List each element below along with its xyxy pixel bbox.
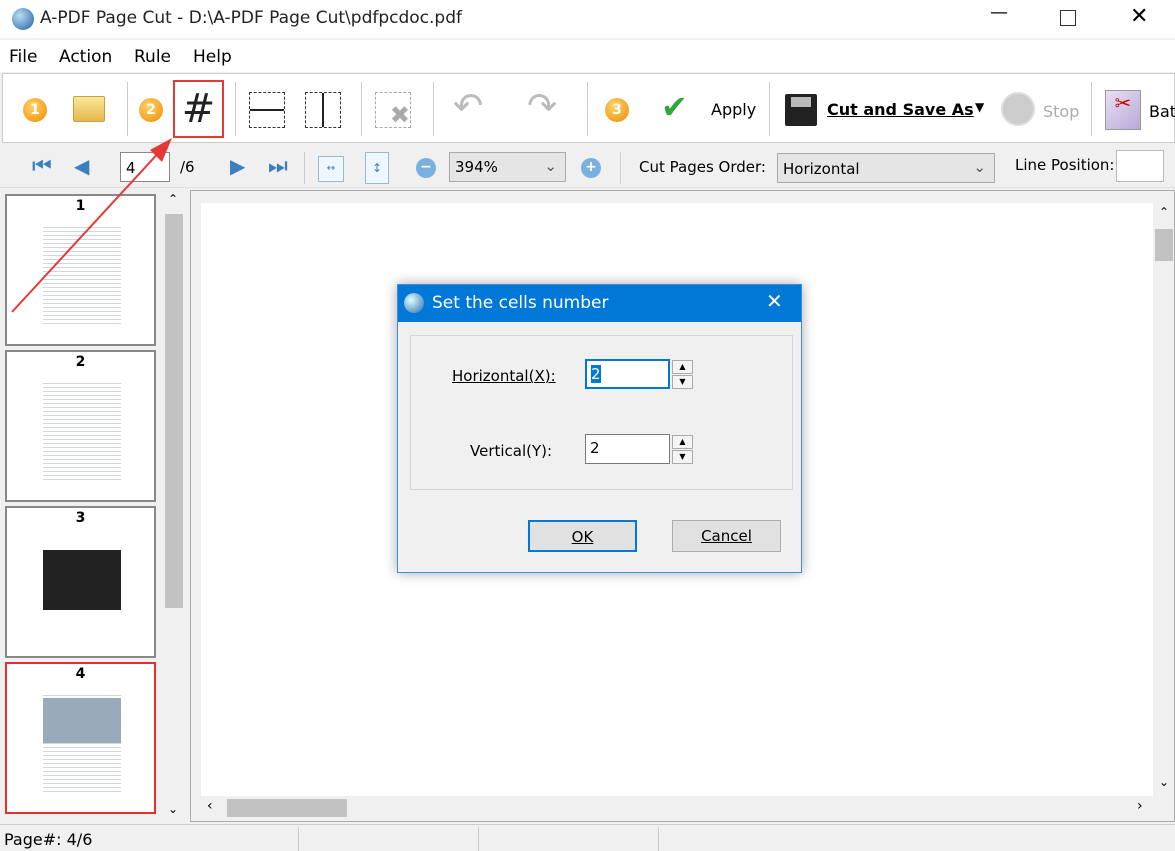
vertical-label: Vertical(Y):	[470, 442, 553, 460]
cut-order-value: Horizontal	[783, 160, 860, 178]
spin-down-icon[interactable]: ▼	[672, 450, 693, 464]
menu-bar: File Action Rule Help	[0, 40, 1175, 72]
scrollbar-thumb[interactable]	[227, 799, 347, 817]
last-page-button[interactable]: ⏭	[268, 154, 288, 179]
app-globe-icon	[12, 8, 34, 30]
stop-button[interactable]: Stop	[1001, 92, 1079, 128]
open-file-button[interactable]	[73, 96, 105, 122]
floppy-disk-icon	[785, 94, 817, 126]
stop-label: Stop	[1043, 102, 1080, 121]
scrollbar-thumb[interactable]	[1155, 229, 1173, 261]
vertical-input[interactable]: 2	[585, 434, 670, 464]
line-position-input[interactable]	[1116, 150, 1164, 182]
horizontal-scrollbar[interactable]: ‹ ›	[201, 796, 1153, 820]
thumbnail-number: 4	[75, 666, 86, 682]
apply-button[interactable]: ✔ Apply	[659, 88, 765, 130]
annotation-arrow	[11, 138, 172, 313]
thumbnail-page-3[interactable]: 3	[5, 506, 156, 658]
menu-action[interactable]: Action	[59, 47, 112, 67]
spin-up-icon[interactable]: ▲	[672, 360, 693, 374]
chevron-down-icon: ⌄	[544, 157, 557, 175]
scroll-right-icon[interactable]: ›	[1137, 798, 1143, 814]
horizontal-input[interactable]: 2	[585, 359, 670, 389]
step-1-icon: 1	[23, 98, 47, 122]
batch-label: Bat	[1149, 102, 1175, 121]
dropdown-arrow-icon: ▼	[975, 100, 985, 114]
apply-label: Apply	[711, 100, 757, 119]
horizontal-spinner[interactable]: ▲ ▼	[672, 360, 693, 389]
thumbnail-number: 3	[75, 510, 86, 526]
add-vertical-line-button[interactable]	[305, 92, 341, 128]
thumbnail-page-2[interactable]: 2	[5, 350, 156, 502]
undo-button[interactable]: ↶	[453, 86, 483, 127]
thumbnail-page-4[interactable]: 4	[5, 662, 156, 814]
redo-button[interactable]: ↷	[527, 86, 557, 127]
dialog-title-bar: Set the cells number ✕	[398, 285, 801, 322]
zoom-out-button[interactable]: −	[416, 158, 436, 178]
window-title: A-PDF Page Cut - D:\A-PDF Page Cut\pdfpc…	[40, 8, 462, 28]
zoom-value: 394%	[455, 158, 498, 176]
scroll-down-icon[interactable]: ⌄	[1159, 775, 1169, 789]
zoom-select[interactable]: 394% ⌄	[449, 152, 566, 182]
batch-button[interactable]: ✂ Bat	[1103, 88, 1175, 130]
vertical-scrollbar[interactable]: ⌃ ⌄	[1153, 203, 1175, 796]
dialog-close-button[interactable]: ✕	[766, 289, 783, 313]
cancel-button[interactable]: Cancel	[672, 520, 781, 552]
next-page-button[interactable]: ▶	[230, 154, 245, 178]
title-bar: A-PDF Page Cut - D:\A-PDF Page Cut\pdfpc…	[0, 0, 1175, 38]
step-3-icon: 3	[605, 98, 629, 122]
dialog-title: Set the cells number	[432, 293, 609, 313]
menu-rule[interactable]: Rule	[134, 47, 171, 67]
menu-help[interactable]: Help	[193, 47, 232, 67]
apply-check-icon: ✔	[661, 88, 688, 126]
close-button[interactable]: ✕	[1130, 4, 1148, 29]
maximize-button[interactable]	[1060, 10, 1076, 26]
horizontal-label: Horizontal(X):	[452, 367, 556, 385]
status-bar: Page#: 4/6	[0, 824, 1175, 851]
batch-scissors-icon: ✂	[1105, 90, 1141, 130]
status-page: Page#: 4/6	[4, 830, 93, 849]
cut-and-save-as-button[interactable]: Cut and Save As ▼	[783, 92, 993, 128]
thumbnail-number: 2	[75, 354, 86, 370]
minimize-button[interactable]: —	[990, 2, 1008, 23]
zoom-in-button[interactable]: +	[581, 158, 601, 178]
step-2-icon: 2	[139, 98, 163, 122]
scroll-up-icon[interactable]: ⌃	[1159, 205, 1169, 219]
horizontal-value: 2	[591, 365, 601, 383]
scroll-down-icon[interactable]: ⌄	[168, 802, 178, 816]
ok-button[interactable]: OK	[528, 520, 637, 552]
line-position-label: Line Position:	[1015, 156, 1115, 174]
spin-up-icon[interactable]: ▲	[672, 435, 693, 449]
scroll-left-icon[interactable]: ‹	[207, 798, 213, 814]
cut-and-save-label: Cut and Save As	[827, 100, 974, 119]
vertical-spinner[interactable]: ▲ ▼	[672, 435, 693, 464]
chevron-down-icon: ⌄	[973, 158, 986, 176]
cut-order-select[interactable]: Horizontal ⌄	[777, 153, 995, 183]
add-horizontal-line-button[interactable]	[249, 92, 285, 128]
menu-file[interactable]: File	[9, 47, 37, 67]
set-cells-dialog: Set the cells number ✕ Horizontal(X): 2 …	[397, 284, 802, 573]
stop-icon	[1001, 92, 1035, 126]
delete-line-button[interactable]: ✖	[375, 92, 411, 129]
cut-order-label: Cut Pages Order:	[639, 158, 766, 176]
fit-width-button[interactable]: ↔	[318, 156, 344, 182]
dialog-globe-icon	[404, 293, 424, 313]
fit-height-button[interactable]: ↕	[365, 152, 389, 184]
spin-down-icon[interactable]: ▼	[672, 375, 693, 389]
